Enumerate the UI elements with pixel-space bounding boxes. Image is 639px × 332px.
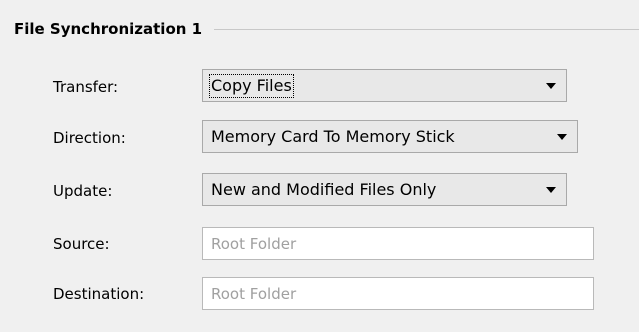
destination-label: Destination:: [53, 285, 145, 303]
chevron-down-icon: [546, 187, 556, 193]
transfer-select[interactable]: Copy Files: [202, 69, 567, 102]
direction-select[interactable]: Memory Card To Memory Stick: [202, 120, 578, 153]
group-divider: [214, 28, 639, 30]
direction-value: Memory Card To Memory Stick: [211, 127, 455, 146]
transfer-label: Transfer:: [53, 78, 119, 96]
chevron-down-icon: [557, 134, 567, 140]
source-input[interactable]: Root Folder: [202, 227, 594, 260]
direction-row: Direction: Memory Card To Memory Stick: [0, 120, 639, 156]
group-title: File Synchronization 1: [14, 20, 203, 38]
chevron-down-icon: [546, 83, 556, 89]
source-placeholder: Root Folder: [211, 235, 297, 253]
source-row: Source: Root Folder: [0, 227, 639, 263]
direction-label: Direction:: [53, 129, 126, 147]
transfer-value: Copy Files: [209, 74, 294, 98]
destination-row: Destination: Root Folder: [0, 277, 639, 313]
update-select[interactable]: New and Modified Files Only: [202, 173, 567, 206]
source-label: Source:: [53, 235, 110, 253]
group-header: File Synchronization 1: [14, 20, 639, 38]
transfer-row: Transfer: Copy Files: [0, 69, 639, 105]
update-label: Update:: [53, 182, 113, 200]
update-value: New and Modified Files Only: [211, 180, 437, 199]
destination-placeholder: Root Folder: [211, 285, 297, 303]
update-row: Update: New and Modified Files Only: [0, 173, 639, 209]
destination-input[interactable]: Root Folder: [202, 277, 594, 310]
